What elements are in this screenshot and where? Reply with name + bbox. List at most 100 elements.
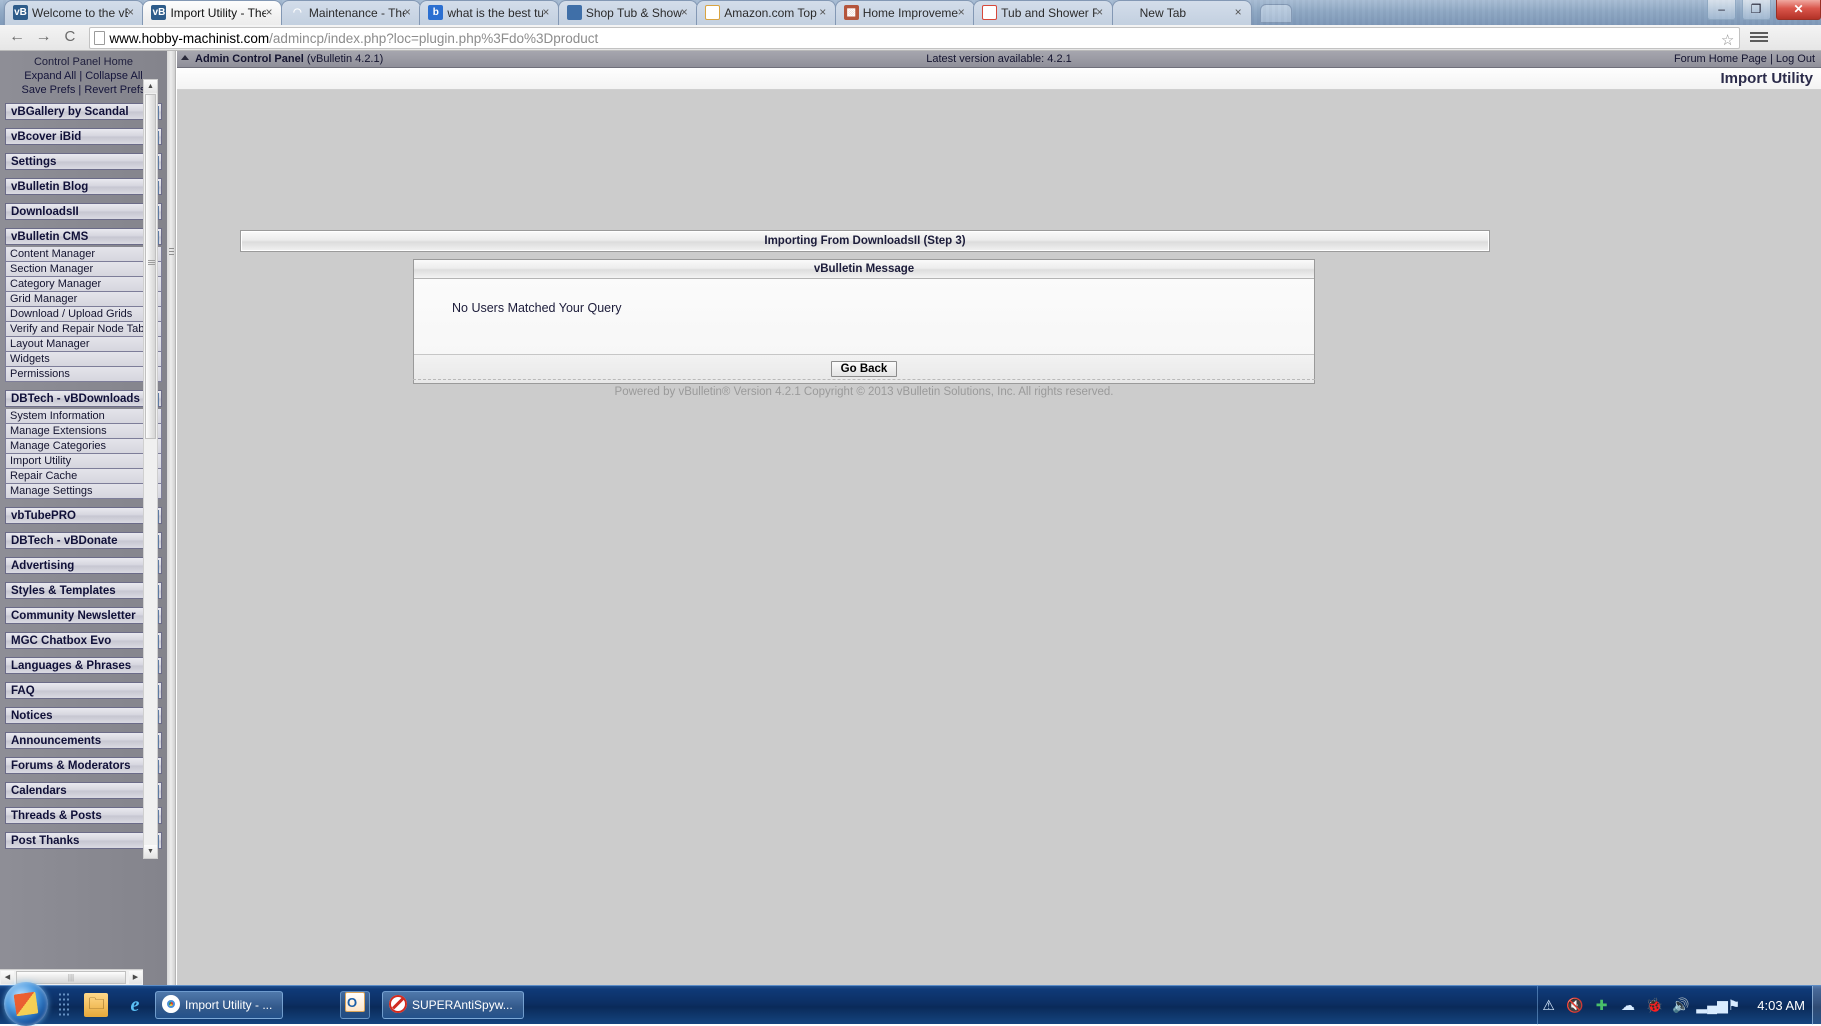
tab-close-icon[interactable]: × — [124, 6, 137, 19]
reload-icon[interactable]: C — [59, 25, 81, 49]
start-button-icon[interactable] — [4, 982, 48, 1026]
bookmark-star-icon[interactable]: ☆ — [1721, 30, 1734, 49]
tab-close-icon[interactable]: × — [816, 6, 829, 19]
log-out-link[interactable]: Log Out — [1776, 53, 1815, 65]
browser-tab-5[interactable]: Shop Tub & Shower × — [558, 0, 698, 25]
back-icon[interactable]: ← — [6, 25, 28, 49]
network-error-icon[interactable]: ⚑ — [1723, 986, 1745, 1025]
scroll-left-icon[interactable]: ◀ — [1, 971, 14, 984]
save-prefs-link[interactable]: Save Prefs — [22, 84, 76, 96]
sidebar-group: Notices▶ — [5, 707, 162, 724]
tab-close-icon[interactable]: × — [1093, 6, 1106, 19]
taskbar-item-superantispyware[interactable]: SUPERAntiSpyw... — [382, 991, 524, 1019]
forward-icon[interactable]: → — [32, 25, 54, 49]
sidebar-group-header[interactable]: DBTech - vBDownloads▲ — [5, 390, 162, 407]
browser-tab-8[interactable]: ʊTub and Shower Fauc × — [973, 0, 1113, 25]
sidebar-group-header[interactable]: vbTubePRO▶ — [5, 507, 162, 524]
cloud-icon[interactable]: ☁ — [1617, 986, 1639, 1025]
sidebar-group-header[interactable]: DownloadsII▶ — [5, 203, 162, 220]
sidebar-group-header[interactable]: MGC Chatbox Evo▶ — [5, 632, 162, 649]
sidebar-group-header[interactable]: Forums & Moderators▶ — [5, 757, 162, 774]
sidebar-scrollbar[interactable]: ▲ ▼ — [143, 79, 158, 859]
browser-tab-9-newtab[interactable]: New Tab × — [1112, 0, 1252, 25]
sidebar-item[interactable]: Permissions — [5, 367, 162, 382]
forum-home-page-link[interactable]: Forum Home Page — [1674, 53, 1767, 65]
show-desktop-icon[interactable] — [58, 992, 70, 1018]
expand-all-link[interactable]: Expand All — [24, 70, 76, 82]
sidebar-item[interactable]: System Information — [5, 409, 162, 424]
scroll-up-icon[interactable]: ▲ — [144, 80, 157, 93]
sidebar-group-header[interactable]: Community Newsletter▶ — [5, 607, 162, 624]
minimize-button[interactable]: – — [1707, 0, 1736, 20]
sidebar-item[interactable]: Section Manager — [5, 262, 162, 277]
tab-close-icon[interactable]: × — [955, 6, 968, 19]
restore-button[interactable]: ❐ — [1742, 0, 1771, 20]
sidebar-item[interactable]: Category Manager — [5, 277, 162, 292]
scroll-right-icon[interactable]: ▶ — [129, 971, 142, 984]
browser-tab-6[interactable]: aAmazon.com Top Ra × — [696, 0, 836, 25]
scrollbar-thumb[interactable] — [145, 94, 156, 439]
sidebar-item[interactable]: Layout Manager — [5, 337, 162, 352]
scroll-down-icon[interactable]: ▼ — [144, 845, 157, 858]
speaker-icon[interactable]: 🔊 — [1670, 986, 1692, 1025]
sidebar-group-header[interactable]: Calendars▶ — [5, 782, 162, 799]
volume-muted-icon[interactable]: 🔇 — [1564, 986, 1586, 1025]
signal-bars-icon[interactable]: ▂▄▆ — [1696, 986, 1718, 1025]
close-button[interactable]: ✕ — [1776, 0, 1821, 20]
control-panel-home-link[interactable]: Control Panel Home — [0, 55, 167, 69]
sidebar-group: Languages & Phrases▶ — [5, 657, 162, 674]
taskbar-item-outlook[interactable] — [340, 991, 370, 1019]
browser-tab-4[interactable]: bwhat is the best tub a × — [419, 0, 559, 25]
sidebar-item[interactable]: Manage Categories — [5, 439, 162, 454]
sidebar-group-header[interactable]: FAQ▶ — [5, 682, 162, 699]
sidebar-item[interactable]: Download / Upload Grids — [5, 307, 162, 322]
sidebar-item[interactable]: Verify and Repair Node Table — [5, 322, 162, 337]
sidebar-group-header[interactable]: vBulletin Blog▶ — [5, 178, 162, 195]
sidebar-item[interactable]: Manage Extensions — [5, 424, 162, 439]
sidebar-group-header[interactable]: Threads & Posts▶ — [5, 807, 162, 824]
sidebar-group-header[interactable]: Announcements▶ — [5, 732, 162, 749]
action-center-warning-icon[interactable]: ⚠ — [1538, 986, 1560, 1025]
browser-tab-2-active[interactable]: vBImport Utility - The H × — [142, 0, 282, 25]
malwarebytes-icon[interactable]: 🐞 — [1643, 986, 1665, 1025]
sidebar-group-header[interactable]: Styles & Templates▶ — [5, 582, 162, 599]
tab-close-icon[interactable]: × — [539, 6, 552, 19]
sidebar-item[interactable]: Repair Cache — [5, 469, 162, 484]
sidebar-group-header[interactable]: vBGallery by Scandal▶ — [5, 103, 162, 120]
internet-explorer-icon[interactable]: e — [123, 993, 147, 1017]
sidebar-group-header[interactable]: DBTech - vBDonate▶ — [5, 532, 162, 549]
go-back-button[interactable]: Go Back — [831, 361, 898, 377]
windows-explorer-icon[interactable]: 🗀 — [84, 993, 108, 1017]
sidebar-group-header[interactable]: vBulletin CMS▲ — [5, 228, 162, 245]
sidebar-group-header[interactable]: vBcover iBid▶ — [5, 128, 162, 145]
show-desktop-button[interactable] — [1812, 986, 1821, 1025]
browser-tab-7[interactable]: ▩Home Improvement × — [835, 0, 975, 25]
sidebar-item[interactable]: Widgets — [5, 352, 162, 367]
taskbar-item-chrome[interactable]: Import Utility - ... — [155, 991, 283, 1019]
taskbar-clock[interactable]: 4:03 AM — [1757, 986, 1805, 1025]
sidebar-item[interactable]: Content Manager — [5, 247, 162, 262]
tab-close-icon[interactable]: × — [678, 6, 691, 19]
sidebar-group-header[interactable]: Post Thanks▶ — [5, 832, 162, 849]
sidebar-group-header[interactable]: Settings▶ — [5, 153, 162, 170]
sidebar-item[interactable]: Grid Manager — [5, 292, 162, 307]
sidebar-group-header[interactable]: Languages & Phrases▶ — [5, 657, 162, 674]
sidebar-group-header[interactable]: Notices▶ — [5, 707, 162, 724]
chrome-menu-icon[interactable] — [1749, 25, 1769, 49]
tab-close-icon[interactable]: × — [401, 6, 414, 19]
tab-close-icon[interactable]: × — [1232, 6, 1245, 19]
browser-tab-3[interactable]: ◠Maintenance - The H × — [281, 0, 421, 25]
page-info-icon[interactable] — [94, 31, 105, 45]
sidebar-item[interactable]: Manage Settings — [5, 484, 162, 499]
tab-close-icon[interactable]: × — [262, 6, 275, 19]
sidebar-group-header[interactable]: Advertising▶ — [5, 557, 162, 574]
revert-prefs-link[interactable]: Revert Prefs — [84, 84, 145, 96]
collapse-all-link[interactable]: Collapse All — [85, 70, 142, 82]
sidebar-item[interactable]: Import Utility — [5, 454, 162, 469]
address-bar[interactable]: www.hobby-machinist.com/admincp/index.ph… — [89, 27, 1740, 49]
antivirus-icon[interactable]: ✚ — [1591, 986, 1613, 1025]
url-path: /admincp/index.php?loc=plugin.php%3Fdo%3… — [269, 31, 598, 46]
browser-tab-1[interactable]: vBWelcome to the vBul × — [4, 0, 144, 25]
new-tab-button[interactable] — [1260, 4, 1292, 23]
sidebar-splitter[interactable] — [167, 51, 176, 985]
